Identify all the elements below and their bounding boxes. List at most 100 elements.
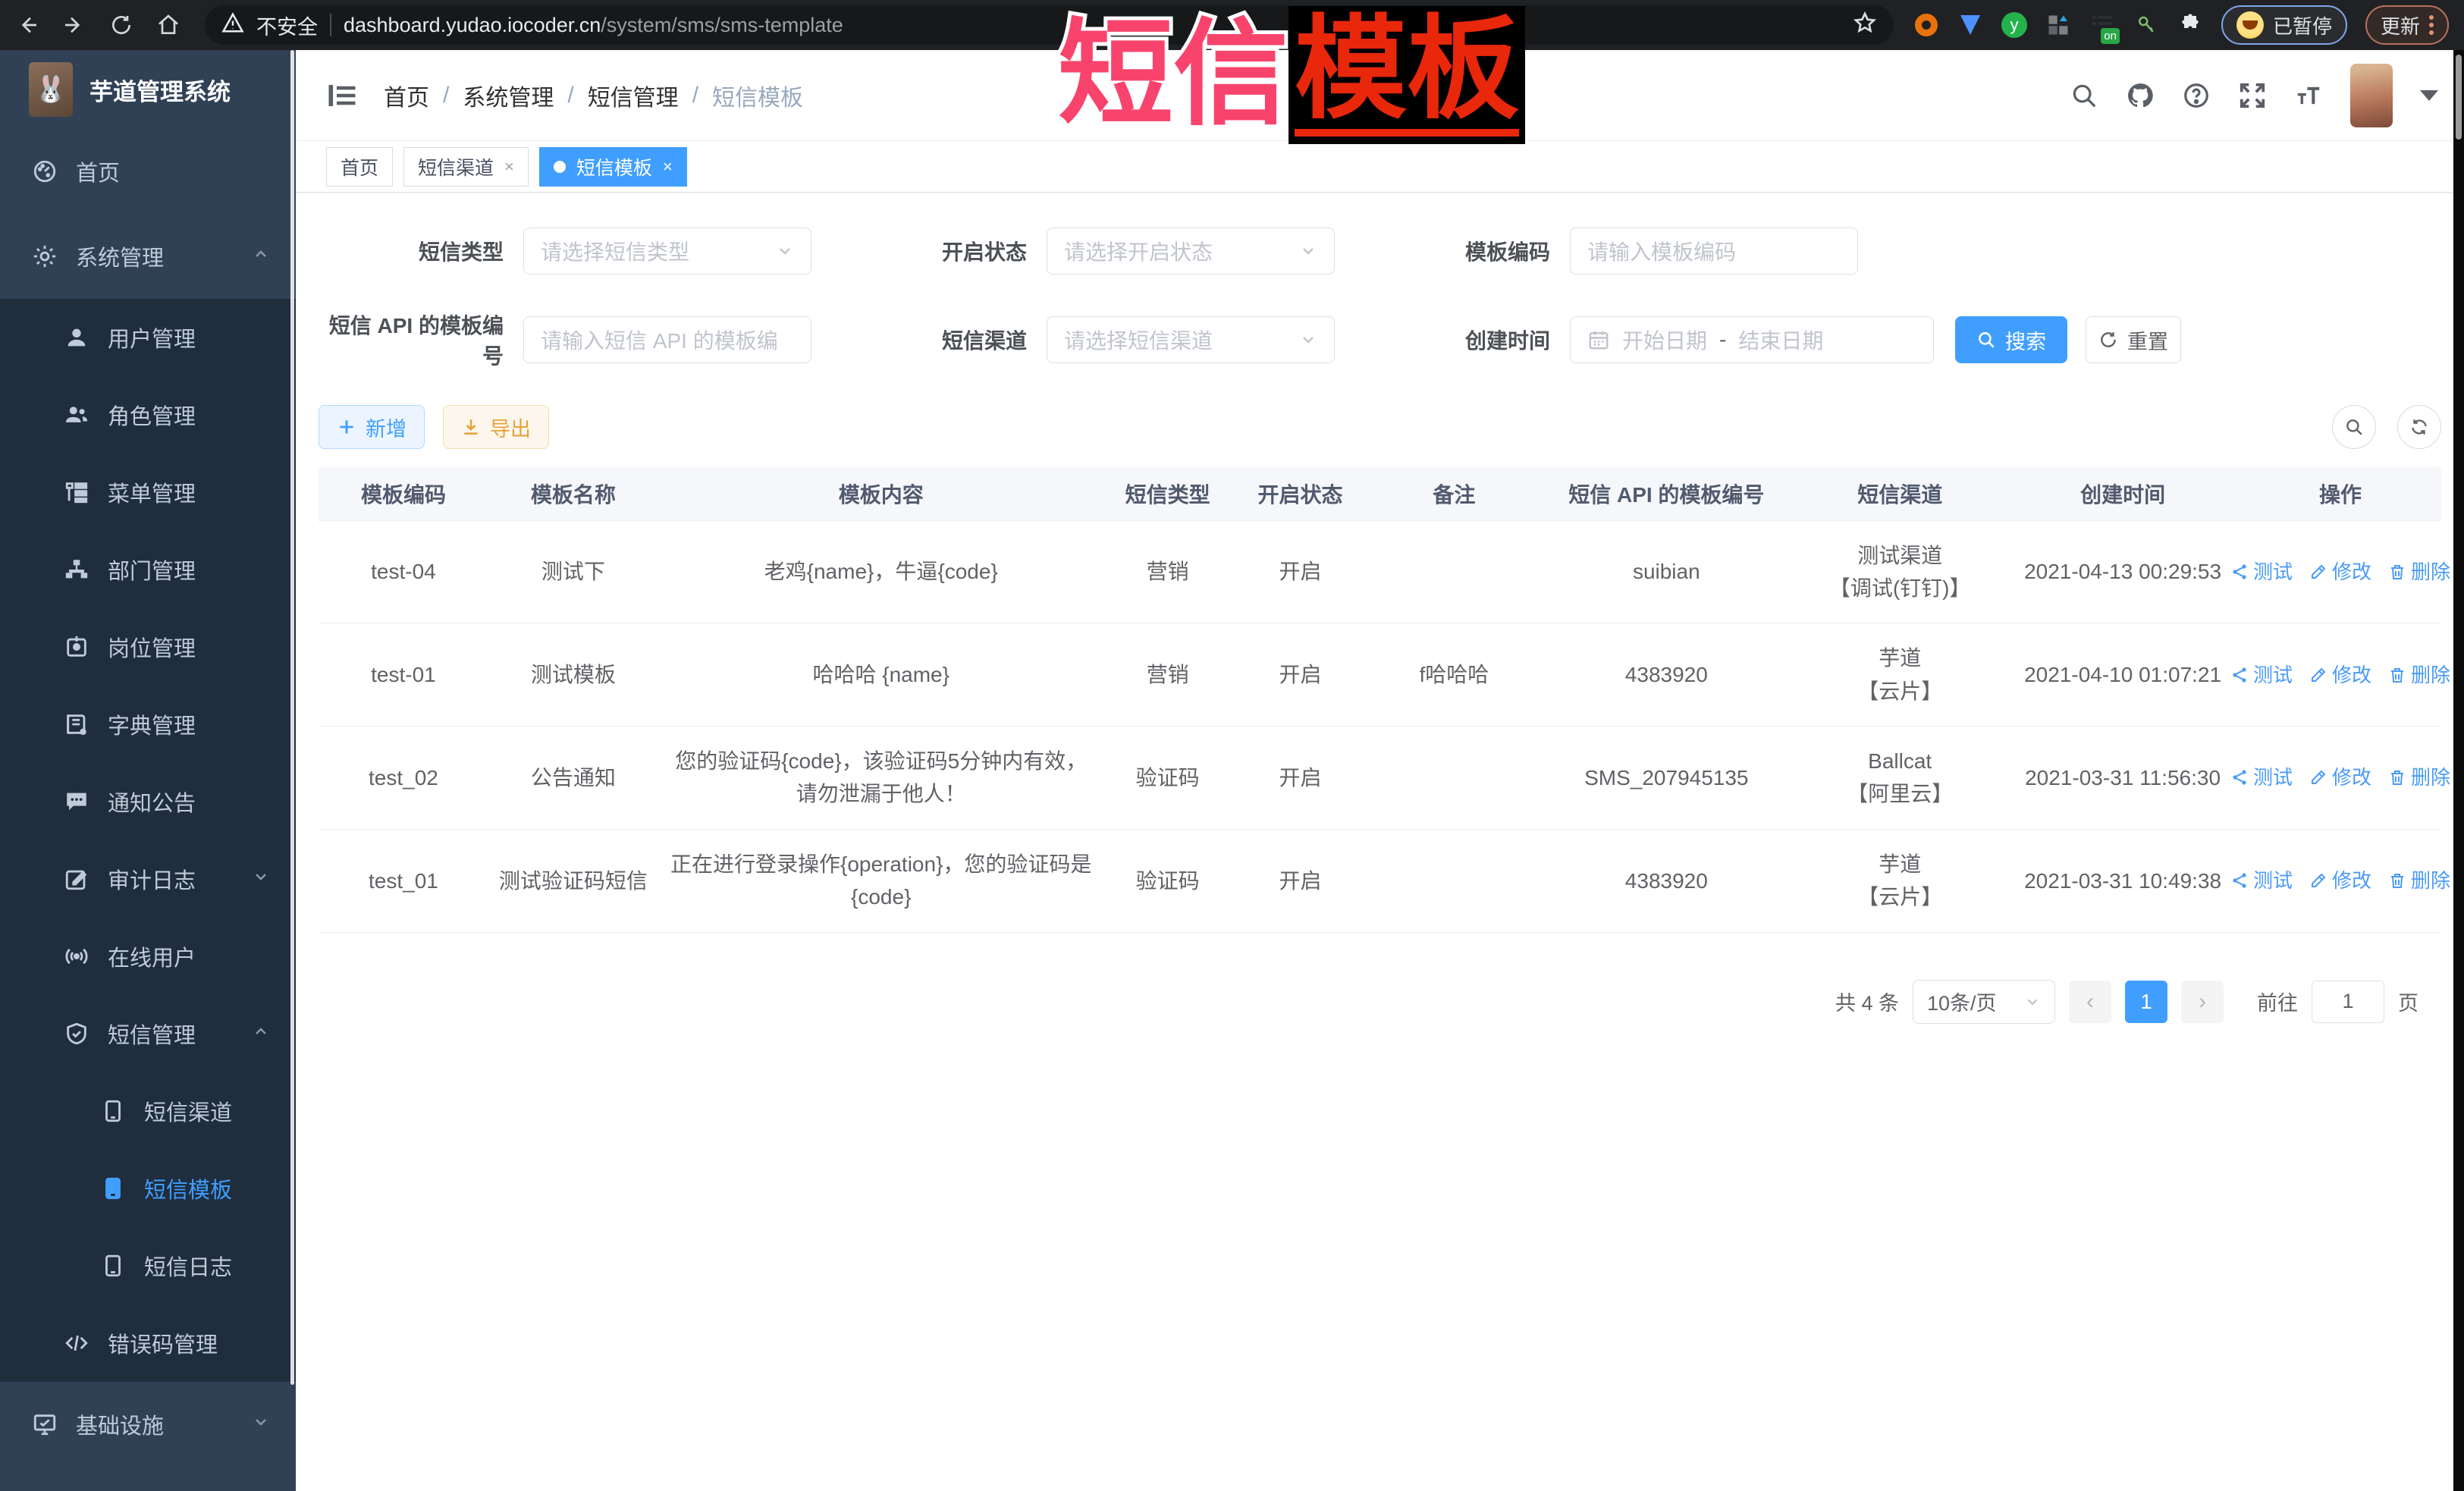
delete-link[interactable]: 删除 bbox=[2388, 660, 2450, 690]
refresh-icon bbox=[2098, 330, 2118, 350]
sidebar-item-sms-channel[interactable]: 短信渠道 bbox=[0, 1072, 296, 1150]
test-link[interactable]: 测试 bbox=[2230, 557, 2293, 587]
sms-type-select[interactable]: 请选择短信类型 bbox=[523, 228, 811, 275]
scrollbar-thumb[interactable] bbox=[2456, 55, 2462, 140]
delete-link[interactable]: 删除 bbox=[2388, 865, 2450, 896]
test-link[interactable]: 测试 bbox=[2230, 865, 2293, 896]
channel-select[interactable]: 请选择短信渠道 bbox=[1047, 316, 1335, 363]
edit-link[interactable]: 修改 bbox=[2309, 762, 2371, 793]
close-icon[interactable]: × bbox=[663, 157, 673, 177]
sidebar-item-departments[interactable]: 部门管理 bbox=[0, 531, 296, 608]
user-avatar[interactable] bbox=[2350, 64, 2393, 127]
dashboard-icon bbox=[32, 159, 58, 184]
chevron-down-icon bbox=[252, 1412, 270, 1437]
sidebar-item-menus[interactable]: 菜单管理 bbox=[0, 454, 296, 531]
extension-orange-icon[interactable] bbox=[1913, 12, 1939, 38]
page-size-select[interactable]: 10条/页 bbox=[1913, 980, 2055, 1024]
edit-link[interactable]: 修改 bbox=[2309, 557, 2371, 587]
github-icon[interactable] bbox=[2126, 81, 2155, 110]
chevron-up-icon bbox=[252, 244, 270, 269]
plus-icon bbox=[337, 417, 356, 437]
delete-link[interactable]: 删除 bbox=[2388, 557, 2450, 587]
sidebar-item-notices[interactable]: 通知公告 bbox=[0, 763, 296, 840]
logo[interactable]: 🐰 芋道管理系统 bbox=[0, 50, 296, 129]
edit-link[interactable]: 修改 bbox=[2309, 865, 2371, 896]
chevron-down-icon bbox=[1299, 242, 1317, 260]
search-button[interactable]: 搜索 bbox=[1955, 316, 2067, 363]
extension-key-icon[interactable] bbox=[2133, 12, 2159, 38]
prev-page-button[interactable]: ‹ bbox=[2069, 981, 2111, 1023]
page-scrollbar[interactable] bbox=[2453, 50, 2464, 1491]
menu-dots-icon[interactable] bbox=[2429, 15, 2434, 35]
extensions-puzzle-icon[interactable] bbox=[2177, 12, 2203, 38]
url-host: dashboard.yudao.iocoder.cn bbox=[344, 14, 601, 36]
forward-icon[interactable] bbox=[62, 13, 86, 37]
sidebar-item-online-users[interactable]: 在线用户 bbox=[0, 918, 296, 995]
template-code-input[interactable]: 请输入模板编码 bbox=[1570, 228, 1858, 275]
search-icon[interactable] bbox=[2070, 81, 2098, 110]
sidebar-item-audit-log[interactable]: 审计日志 bbox=[0, 840, 296, 918]
share-icon bbox=[2230, 768, 2249, 786]
sidebar-item-home[interactable]: 首页 bbox=[0, 129, 296, 214]
delete-link[interactable]: 删除 bbox=[2388, 762, 2450, 793]
api-template-input[interactable]: 请输入短信 API 的模板编 bbox=[523, 316, 811, 363]
sidebar-item-sms-log[interactable]: 短信日志 bbox=[0, 1227, 296, 1304]
export-button[interactable]: 导出 bbox=[443, 405, 549, 449]
sidebar-item-error-codes[interactable]: 错误码管理 bbox=[0, 1304, 296, 1382]
extension-list-on-icon[interactable]: on bbox=[2089, 12, 2115, 38]
font-size-icon[interactable] bbox=[2294, 81, 2323, 110]
update-button[interactable]: 更新 bbox=[2365, 5, 2449, 45]
sidebar-item-system[interactable]: 系统管理 bbox=[0, 214, 296, 299]
breadcrumb-system[interactable]: 系统管理 bbox=[463, 79, 554, 112]
date-range-picker[interactable]: 开始日期 - 结束日期 bbox=[1570, 316, 1934, 363]
test-link[interactable]: 测试 bbox=[2230, 762, 2293, 793]
fullscreen-icon[interactable] bbox=[2238, 81, 2267, 110]
paused-label: 已暂停 bbox=[2273, 11, 2332, 39]
extension-gem-icon[interactable] bbox=[1957, 12, 1983, 38]
sidebar-item-dictionary[interactable]: 字典管理 bbox=[0, 686, 296, 763]
breadcrumb-home[interactable]: 首页 bbox=[384, 79, 429, 112]
next-page-button[interactable]: › bbox=[2181, 981, 2224, 1023]
date-start[interactable]: 开始日期 bbox=[1622, 325, 1707, 355]
gear-icon bbox=[32, 243, 58, 269]
breadcrumb-sms[interactable]: 短信管理 bbox=[588, 79, 679, 112]
sidebar-item-sms-template[interactable]: 短信模板 bbox=[0, 1150, 296, 1227]
sidebar-item-users[interactable]: 用户管理 bbox=[0, 299, 296, 376]
page-1-button[interactable]: 1 bbox=[2125, 981, 2167, 1023]
tab-sms-channel[interactable]: 短信渠道× bbox=[403, 147, 529, 187]
add-button[interactable]: 新增 bbox=[319, 405, 425, 449]
tab-sms-template[interactable]: 短信模板× bbox=[539, 147, 687, 187]
date-end[interactable]: 结束日期 bbox=[1738, 325, 1823, 355]
sidebar-item-roles[interactable]: 角色管理 bbox=[0, 376, 296, 454]
edit-link[interactable]: 修改 bbox=[2309, 660, 2371, 690]
user-menu-caret-icon[interactable] bbox=[2420, 90, 2438, 101]
test-link[interactable]: 测试 bbox=[2230, 660, 2293, 690]
sidebar-item-label: 岗位管理 bbox=[108, 631, 196, 663]
status-select[interactable]: 请选择开启状态 bbox=[1047, 228, 1335, 275]
chevron-down-icon bbox=[1299, 331, 1317, 349]
help-icon[interactable] bbox=[2182, 81, 2211, 110]
extension-grid-icon[interactable] bbox=[2045, 12, 2071, 38]
tab-home[interactable]: 首页 bbox=[326, 147, 393, 187]
extension-green-icon[interactable]: y bbox=[2001, 12, 2027, 38]
goto-page-input[interactable]: 1 bbox=[2312, 981, 2384, 1023]
bookmark-star-icon[interactable] bbox=[1853, 11, 1877, 40]
home-icon[interactable] bbox=[156, 13, 180, 37]
address-bar[interactable]: 不安全 dashboard.yudao.iocoder.cn/system/sm… bbox=[205, 5, 1894, 45]
sidebar-item-label: 短信渠道 bbox=[144, 1095, 232, 1127]
profile-paused-pill[interactable]: 已暂停 bbox=[2221, 5, 2347, 45]
close-icon[interactable]: × bbox=[504, 157, 514, 177]
table-row: test_01 测试验证码短信 正在进行登录操作{operation}，您的验证… bbox=[319, 829, 2441, 932]
sidebar-item-posts[interactable]: 岗位管理 bbox=[0, 608, 296, 686]
toggle-search-button[interactable] bbox=[2332, 405, 2376, 449]
reset-button[interactable]: 重置 bbox=[2086, 316, 2181, 363]
update-label: 更新 bbox=[2381, 11, 2420, 39]
reload-icon[interactable] bbox=[109, 13, 133, 37]
sidebar-item-sms[interactable]: 短信管理 bbox=[0, 995, 296, 1072]
tags-view: 首页 短信渠道× 短信模板× bbox=[296, 141, 2464, 193]
collapse-sidebar-icon[interactable] bbox=[326, 80, 358, 111]
sidebar-scrollbar[interactable] bbox=[290, 50, 294, 1385]
back-icon[interactable] bbox=[15, 13, 39, 37]
refresh-table-button[interactable] bbox=[2397, 405, 2441, 449]
sidebar-item-infrastructure[interactable]: 基础设施 bbox=[0, 1382, 296, 1467]
